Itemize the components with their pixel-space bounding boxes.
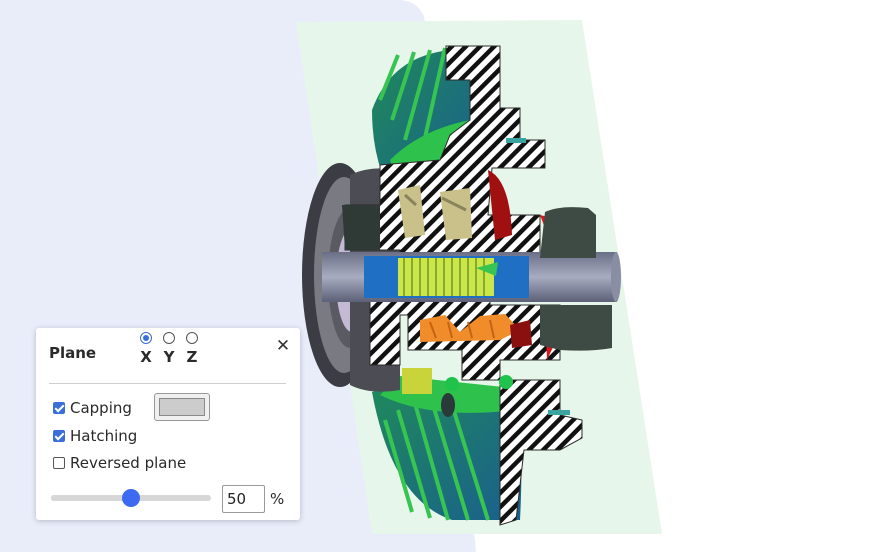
axis-x-option[interactable]: X (138, 332, 154, 366)
flange-bottom-right (540, 305, 612, 351)
slider-thumb[interactable] (122, 489, 140, 507)
plane-position-slider[interactable] (51, 489, 211, 507)
close-icon[interactable]: ✕ (274, 337, 292, 355)
slider-fill (51, 495, 131, 501)
axis-z-label: Z (186, 348, 198, 366)
bolt-right (499, 375, 513, 389)
axis-y-label: Y (163, 348, 175, 366)
axis-selector: X Y Z (138, 332, 200, 366)
yellow-block (402, 368, 432, 394)
capping-color-button[interactable] (154, 393, 210, 421)
red-part-mid (510, 320, 532, 348)
axis-y-radio[interactable] (163, 332, 175, 344)
reversed-plane-checkbox[interactable] (53, 457, 65, 469)
reversed-plane-option[interactable]: Reversed plane (53, 454, 186, 472)
screw-bottom (548, 410, 570, 415)
percent-unit: % (270, 490, 285, 508)
axis-z-option[interactable]: Z (184, 332, 200, 366)
section-plane-panel: Plane X Y Z ✕ Capping Hatching Reversed … (36, 328, 300, 520)
plane-position-input[interactable] (222, 485, 265, 513)
screw-top (506, 138, 526, 143)
capping-color-fill (159, 398, 205, 416)
capping-label: Capping (70, 399, 132, 417)
flange-top-right (540, 207, 596, 258)
axis-y-option[interactable]: Y (161, 332, 177, 366)
shaft (322, 252, 621, 302)
panel-title: Plane (49, 344, 97, 362)
hatching-checkbox[interactable] (53, 430, 65, 442)
capping-option[interactable]: Capping (53, 399, 132, 417)
hatching-label: Hatching (70, 427, 138, 445)
flange-top-left (342, 205, 380, 250)
panel-divider (49, 383, 286, 384)
axis-z-radio[interactable] (186, 332, 198, 344)
axis-x-label: X (140, 348, 152, 366)
hatching-option[interactable]: Hatching (53, 427, 137, 445)
capping-checkbox[interactable] (53, 402, 65, 414)
axis-x-radio[interactable] (140, 332, 152, 344)
bolt-left (445, 377, 459, 391)
reversed-plane-label: Reversed plane (70, 454, 187, 472)
